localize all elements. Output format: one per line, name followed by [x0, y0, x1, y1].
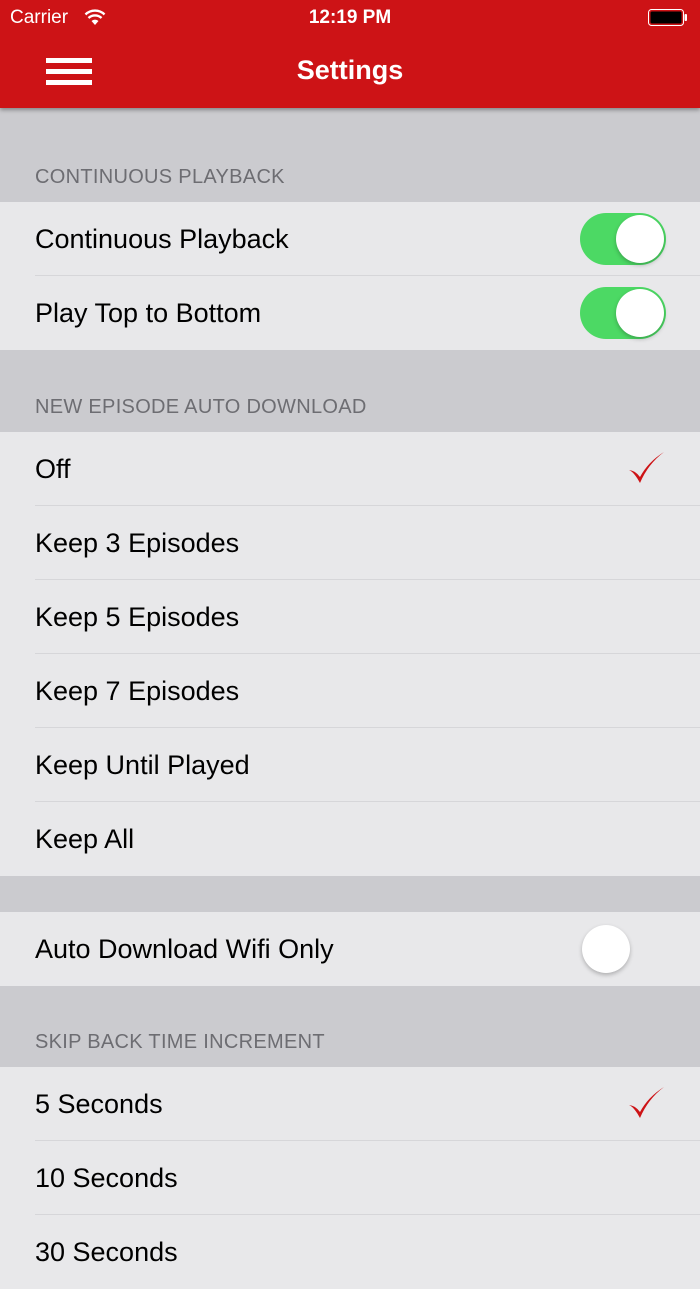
option-keep-all[interactable]: Keep All	[0, 802, 700, 876]
option-label: 5 Seconds	[35, 1089, 163, 1119]
option-label: Off	[35, 454, 71, 484]
checkmark-icon	[629, 452, 664, 483]
wifi-only-toggle[interactable]	[580, 923, 666, 975]
row-label: Play Top to Bottom	[35, 298, 262, 328]
continuous-playback-group: Continuous Playback Play Top to Bottom	[0, 202, 700, 350]
row-label: Auto Download Wifi Only	[35, 934, 334, 964]
skip-back-group: 5 Seconds 10 Seconds 30 Seconds	[0, 1067, 700, 1289]
row-label: Continuous Playback	[35, 224, 289, 254]
option-label: Keep 3 Episodes	[35, 528, 240, 558]
row-continuous-playback: Continuous Playback	[0, 202, 700, 276]
navigation-bar: Settings	[0, 36, 700, 108]
row-auto-download-wifi-only: Auto Download Wifi Only	[0, 912, 700, 986]
page-title: Settings	[296, 55, 404, 85]
option-10-seconds[interactable]: 10 Seconds	[0, 1141, 700, 1215]
section-header-auto-download: NEW EPISODE AUTO DOWNLOAD	[35, 396, 367, 418]
continuous-playback-toggle[interactable]	[580, 213, 666, 265]
top-bar: Carrier 12:19 PM Settings	[0, 0, 700, 108]
checkmark-icon	[629, 1087, 664, 1118]
option-label: 10 Seconds	[35, 1163, 178, 1193]
battery-icon	[648, 9, 687, 26]
option-off[interactable]: Off	[0, 432, 700, 506]
play-top-to-bottom-toggle[interactable]	[580, 287, 666, 339]
option-label: Keep All	[35, 824, 135, 854]
option-keep-7-episodes[interactable]: Keep 7 Episodes	[0, 654, 700, 728]
option-label: Keep Until Played	[35, 750, 250, 780]
wifi-group: Auto Download Wifi Only	[0, 912, 700, 986]
option-5-seconds[interactable]: 5 Seconds	[0, 1067, 700, 1141]
auto-download-group: Off Keep 3 Episodes Keep 5 Episodes Keep…	[0, 432, 700, 876]
section-header-skip-back: SKIP BACK TIME INCREMENT	[35, 1031, 325, 1053]
option-keep-3-episodes[interactable]: Keep 3 Episodes	[0, 506, 700, 580]
option-keep-until-played[interactable]: Keep Until Played	[0, 728, 700, 802]
section-header-continuous-playback: CONTINUOUS PLAYBACK	[35, 166, 285, 188]
option-30-seconds[interactable]: 30 Seconds	[0, 1215, 700, 1289]
option-keep-5-episodes[interactable]: Keep 5 Episodes	[0, 580, 700, 654]
row-play-top-to-bottom: Play Top to Bottom	[0, 276, 700, 350]
status-time: 12:19 PM	[308, 7, 392, 28]
option-label: Keep 5 Episodes	[35, 602, 240, 632]
option-label: 30 Seconds	[35, 1237, 178, 1267]
option-label: Keep 7 Episodes	[35, 676, 240, 706]
status-bar: Carrier 12:19 PM	[0, 0, 700, 36]
